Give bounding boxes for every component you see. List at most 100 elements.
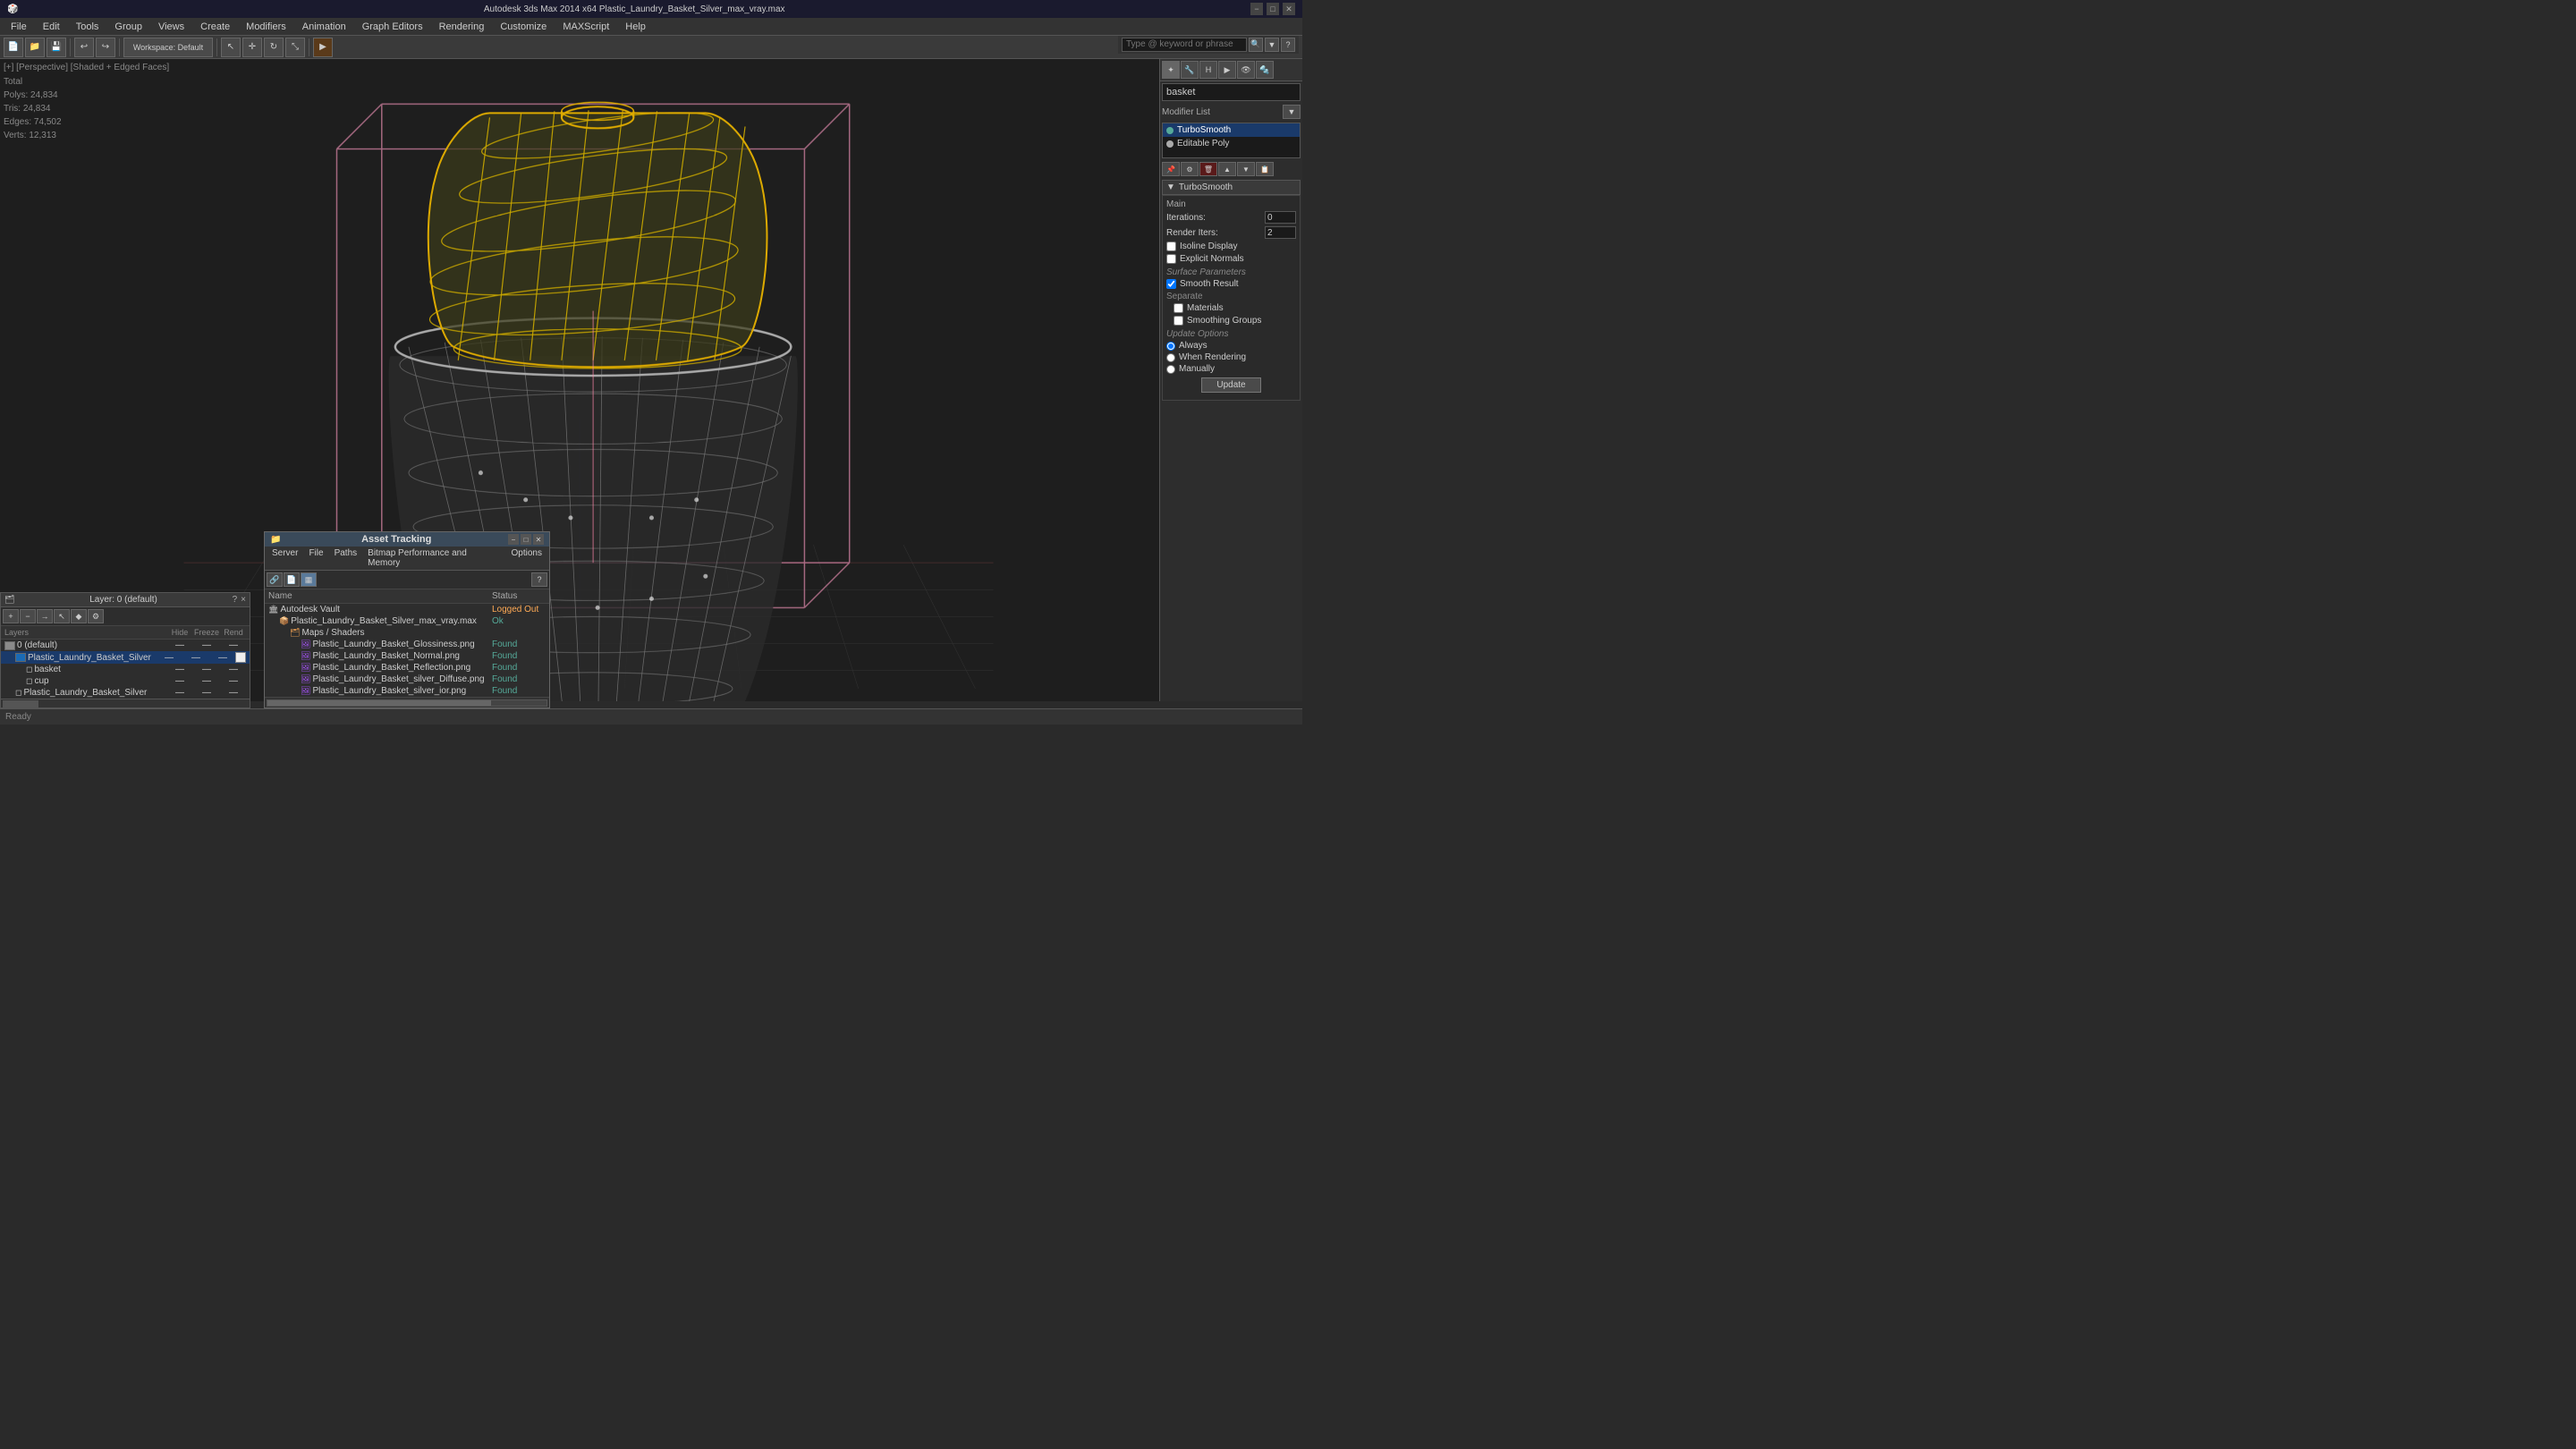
asset-menu-file[interactable]: File (305, 548, 326, 568)
maximize-button[interactable]: □ (1267, 3, 1279, 15)
menu-item-views[interactable]: Views (151, 20, 191, 34)
layers-select-btn[interactable]: ↖ (54, 609, 70, 623)
manually-radio[interactable] (1166, 365, 1175, 374)
asset-restore-btn[interactable]: □ (521, 534, 531, 545)
layers-highlight-btn[interactable]: ◆ (71, 609, 87, 623)
asset-tb-3[interactable]: ▦ (301, 572, 317, 587)
asset-row-diffuse[interactable]: 🖼 Plastic_Laundry_Basket_silver_Diffuse.… (265, 674, 549, 685)
asset-menu-paths[interactable]: Paths (331, 548, 361, 568)
menu-item-group[interactable]: Group (107, 20, 149, 34)
mod-delete-btn[interactable]: 🗑 (1199, 162, 1217, 176)
asset-menu-server[interactable]: Server (268, 548, 301, 568)
asset-close-btn[interactable]: ✕ (533, 534, 544, 545)
asset-row-normal[interactable]: 🖼 Plastic_Laundry_Basket_Normal.png Foun… (265, 650, 549, 662)
scale-button[interactable]: ⤡ (285, 38, 305, 57)
asset-row-maxfile[interactable]: 📦 Plastic_Laundry_Basket_Silver_max_vray… (265, 615, 549, 627)
search-input[interactable] (1122, 38, 1247, 52)
modifier-item-turbosmooth[interactable]: TurboSmooth (1163, 123, 1300, 137)
display-icon[interactable]: 👁 (1237, 61, 1255, 79)
modify-icon[interactable]: 🔧 (1181, 61, 1199, 79)
layer-row-cup[interactable]: ◻ cup — — — (1, 675, 250, 687)
asset-scroll-thumb[interactable] (267, 700, 491, 706)
asset-row-reflection[interactable]: 🖼 Plastic_Laundry_Basket_Reflection.png … (265, 662, 549, 674)
motion-icon[interactable]: ▶ (1218, 61, 1236, 79)
turbosmooth-panel-header[interactable]: ▼ TurboSmooth (1162, 180, 1301, 195)
layer-row-plastic-basket[interactable]: Plastic_Laundry_Basket_Silver — — — (1, 651, 250, 664)
menu-item-file[interactable]: File (4, 20, 34, 34)
layers-scroll-thumb[interactable] (3, 700, 38, 708)
layer-row-plastic2[interactable]: ◻ Plastic_Laundry_Basket_Silver — — — (1, 687, 250, 699)
asset-row-vault[interactable]: 🏛 Autodesk Vault Logged Out (265, 604, 549, 615)
new-button[interactable]: 📄 (4, 38, 23, 57)
asset-tb-2[interactable]: 📄 (284, 572, 300, 587)
object-name-field[interactable] (1162, 83, 1301, 101)
always-radio[interactable] (1166, 342, 1175, 351)
menu-item-animation[interactable]: Animation (295, 20, 353, 34)
menu-item-maxscript[interactable]: MAXScript (555, 20, 616, 34)
menu-item-customize[interactable]: Customize (493, 20, 554, 34)
layers-question[interactable]: ? (233, 595, 238, 605)
move-button[interactable]: ✛ (242, 38, 262, 57)
menu-item-edit[interactable]: Edit (36, 20, 67, 34)
mod-pin-btn[interactable]: 📌 (1162, 162, 1180, 176)
asset-titlebar: 📁 Asset Tracking − □ ✕ (265, 532, 549, 547)
mod-configure-btn[interactable]: ⚙ (1181, 162, 1199, 176)
asset-menu-bitmap[interactable]: Bitmap Performance and Memory (364, 548, 504, 568)
modifier-list-dropdown[interactable]: ▼ (1283, 105, 1301, 119)
layers-add-obj-btn[interactable]: → (37, 609, 53, 623)
asset-row-gloss[interactable]: 🖼 Plastic_Laundry_Basket_Glossiness.png … (265, 639, 549, 650)
workspace-dropdown[interactable]: Workspace: Default (123, 38, 213, 57)
menu-item-modifiers[interactable]: Modifiers (239, 20, 293, 34)
undo-button[interactable]: ↩ (74, 38, 94, 57)
layers-close-button[interactable]: × (241, 595, 246, 605)
when-rendering-radio[interactable] (1166, 353, 1175, 362)
smooth-result-checkbox[interactable] (1166, 279, 1176, 289)
menu-item-rendering[interactable]: Rendering (432, 20, 492, 34)
asset-scrollbar[interactable] (265, 697, 549, 708)
turbosmooth-panel-content: Main Iterations: Render Iters: Isoline D… (1162, 195, 1301, 401)
modifier-item-editablepoly[interactable]: Editable Poly (1163, 137, 1300, 150)
save-button[interactable]: 💾 (47, 38, 66, 57)
asset-tb-help[interactable]: ? (531, 572, 547, 587)
select-button[interactable]: ↖ (221, 38, 241, 57)
asset-row-ior[interactable]: 🖼 Plastic_Laundry_Basket_silver_ior.png … (265, 685, 549, 697)
minimize-button[interactable]: − (1250, 3, 1263, 15)
layers-new-btn[interactable]: + (3, 609, 19, 623)
smoothing-groups-checkbox[interactable] (1174, 316, 1183, 326)
asset-menu-options[interactable]: Options (508, 548, 546, 568)
menu-item-help[interactable]: Help (618, 20, 653, 34)
modifier-toolbar: 📌 ⚙ 🗑 ▲ ▼ 📋 (1162, 162, 1301, 176)
layers-options-btn[interactable]: ⚙ (88, 609, 104, 623)
explicit-normals-checkbox[interactable] (1166, 254, 1176, 264)
hierarchy-icon[interactable]: H (1199, 61, 1217, 79)
menu-item-tools[interactable]: Tools (69, 20, 106, 34)
update-button[interactable]: Update (1201, 377, 1260, 393)
menu-item-create[interactable]: Create (193, 20, 237, 34)
search-button[interactable]: 🔍 (1249, 38, 1263, 52)
create-icon[interactable]: ✦ (1162, 61, 1180, 79)
iterations-input[interactable] (1265, 211, 1296, 224)
asset-row-maps-folder[interactable]: 🗂 Maps / Shaders (265, 627, 549, 639)
materials-checkbox[interactable] (1174, 303, 1183, 313)
rotate-button[interactable]: ↻ (264, 38, 284, 57)
mod-down-btn[interactable]: ▼ (1237, 162, 1255, 176)
close-button[interactable]: ✕ (1283, 3, 1295, 15)
search-options-button[interactable]: ▼ (1265, 38, 1279, 52)
workspace-label: Workspace: Default (133, 43, 203, 52)
isoline-checkbox[interactable] (1166, 242, 1176, 251)
layer-row-default[interactable]: 0 (default) — — — (1, 640, 250, 651)
asset-minimize-btn[interactable]: − (508, 534, 519, 545)
asset-tb-1[interactable]: 🔗 (267, 572, 283, 587)
help-button[interactable]: ? (1281, 38, 1295, 52)
menu-item-grapheditors[interactable]: Graph Editors (355, 20, 430, 34)
mod-up-btn[interactable]: ▲ (1218, 162, 1236, 176)
render-button[interactable]: ▶ (313, 38, 333, 57)
utilities-icon[interactable]: 🔩 (1256, 61, 1274, 79)
layer-row-basket-obj[interactable]: ◻ basket — — — (1, 664, 250, 675)
layers-delete-btn[interactable]: − (20, 609, 36, 623)
mod-copy-btn[interactable]: 📋 (1256, 162, 1274, 176)
redo-button[interactable]: ↪ (96, 38, 115, 57)
open-button[interactable]: 📁 (25, 38, 45, 57)
render-iters-input[interactable] (1265, 226, 1296, 239)
layers-scrollbar[interactable] (1, 699, 250, 708)
